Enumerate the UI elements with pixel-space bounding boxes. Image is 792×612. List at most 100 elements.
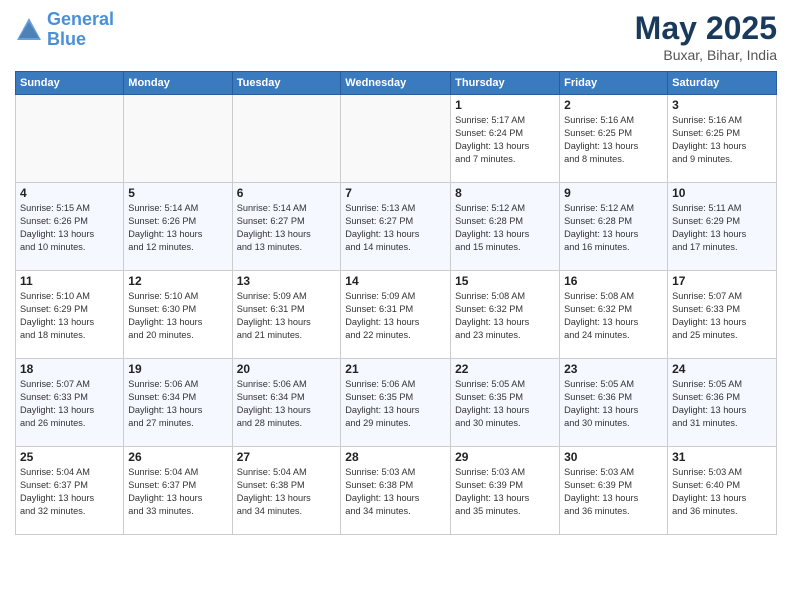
day-number: 25 <box>20 450 119 464</box>
calendar-table: SundayMondayTuesdayWednesdayThursdayFrid… <box>15 71 777 535</box>
calendar-cell: 8Sunrise: 5:12 AMSunset: 6:28 PMDaylight… <box>451 183 560 271</box>
day-number: 24 <box>672 362 772 376</box>
calendar-cell: 11 Sunrise: 5:10 AMSunset: 6:29 PMDayligh… <box>16 271 124 359</box>
day-info: Sunrise: 5:10 AMSunset: 6:29 PMDaylight:… <box>20 290 119 342</box>
day-number: 21 <box>345 362 446 376</box>
week-row-5: 25 Sunrise: 5:04 AMSunset: 6:37 PMDayligh… <box>16 447 777 535</box>
day-info: Sunrise: 5:09 AMSunset: 6:31 PMDaylight:… <box>345 290 446 342</box>
calendar-cell: 6 Sunrise: 5:14 AMSunset: 6:27 PMDaylight… <box>232 183 341 271</box>
day-info: Sunrise: 5:04 AMSunset: 6:38 PMDaylight:… <box>237 466 337 518</box>
calendar-cell: 13 Sunrise: 5:09 AMSunset: 6:31 PMDayligh… <box>232 271 341 359</box>
calendar-cell: 17Sunrise: 5:07 AMSunset: 6:33 PMDayligh… <box>668 271 777 359</box>
calendar-cell: 14 Sunrise: 5:09 AMSunset: 6:31 PMDayligh… <box>341 271 451 359</box>
calendar-cell: 16 Sunrise: 5:08 AMSunset: 6:32 PMDayligh… <box>560 271 668 359</box>
calendar-cell: 4 Sunrise: 5:15 AMSunset: 6:26 PMDaylight… <box>16 183 124 271</box>
calendar-cell: 31 Sunrise: 5:03 AMSunset: 6:40 PMDayligh… <box>668 447 777 535</box>
logo: General Blue <box>15 10 114 50</box>
day-number: 9 <box>564 186 663 200</box>
day-info: Sunrise: 5:03 AMSunset: 6:39 PMDaylight:… <box>455 466 555 518</box>
day-info: Sunrise: 5:06 AMSunset: 6:35 PMDaylight:… <box>345 378 446 430</box>
day-number: 22 <box>455 362 555 376</box>
day-number: 11 <box>20 274 119 288</box>
logo-icon <box>15 16 43 44</box>
weekday-header-sunday: Sunday <box>16 72 124 95</box>
day-info: Sunrise: 5:16 AMSunset: 6:25 PMDaylight:… <box>564 114 663 166</box>
day-info: Sunrise: 5:08 AMSunset: 6:32 PMDaylight:… <box>564 290 663 342</box>
day-info: Sunrise: 5:09 AMSunset: 6:31 PMDaylight:… <box>237 290 337 342</box>
day-number: 3 <box>672 98 772 112</box>
calendar-cell: 21 Sunrise: 5:06 AMSunset: 6:35 PMDayligh… <box>341 359 451 447</box>
day-number: 15 <box>455 274 555 288</box>
calendar-cell: 27Sunrise: 5:04 AMSunset: 6:38 PMDayligh… <box>232 447 341 535</box>
day-info: Sunrise: 5:04 AMSunset: 6:37 PMDaylight:… <box>128 466 227 518</box>
day-number: 16 <box>564 274 663 288</box>
calendar-cell: 9Sunrise: 5:12 AMSunset: 6:28 PMDaylight… <box>560 183 668 271</box>
weekday-header-saturday: Saturday <box>668 72 777 95</box>
calendar-cell: 25 Sunrise: 5:04 AMSunset: 6:37 PMDayligh… <box>16 447 124 535</box>
location-subtitle: Buxar, Bihar, India <box>635 47 777 63</box>
calendar-cell <box>341 95 451 183</box>
weekday-header-wednesday: Wednesday <box>341 72 451 95</box>
weekday-header-monday: Monday <box>124 72 232 95</box>
calendar-cell: 18 Sunrise: 5:07 AMSunset: 6:33 PMDayligh… <box>16 359 124 447</box>
month-title: May 2025 <box>635 10 777 47</box>
day-info: Sunrise: 5:07 AMSunset: 6:33 PMDaylight:… <box>20 378 119 430</box>
calendar-cell: 10Sunrise: 5:11 AMSunset: 6:29 PMDayligh… <box>668 183 777 271</box>
day-info: Sunrise: 5:03 AMSunset: 6:38 PMDaylight:… <box>345 466 446 518</box>
calendar-cell: 12Sunrise: 5:10 AMSunset: 6:30 PMDayligh… <box>124 271 232 359</box>
day-info: Sunrise: 5:05 AMSunset: 6:35 PMDaylight:… <box>455 378 555 430</box>
week-row-2: 4 Sunrise: 5:15 AMSunset: 6:26 PMDaylight… <box>16 183 777 271</box>
day-number: 26 <box>128 450 227 464</box>
week-row-4: 18 Sunrise: 5:07 AMSunset: 6:33 PMDayligh… <box>16 359 777 447</box>
day-number: 28 <box>345 450 446 464</box>
day-number: 31 <box>672 450 772 464</box>
day-number: 14 <box>345 274 446 288</box>
weekday-header-thursday: Thursday <box>451 72 560 95</box>
calendar-cell: 22 Sunrise: 5:05 AMSunset: 6:35 PMDayligh… <box>451 359 560 447</box>
day-number: 30 <box>564 450 663 464</box>
calendar-cell: 23 Sunrise: 5:05 AMSunset: 6:36 PMDayligh… <box>560 359 668 447</box>
day-info: Sunrise: 5:13 AMSunset: 6:27 PMDaylight:… <box>345 202 446 254</box>
title-block: May 2025 Buxar, Bihar, India <box>635 10 777 63</box>
calendar-cell: 2 Sunrise: 5:16 AMSunset: 6:25 PMDaylight… <box>560 95 668 183</box>
day-number: 19 <box>128 362 227 376</box>
day-number: 12 <box>128 274 227 288</box>
calendar-cell: 20 Sunrise: 5:06 AMSunset: 6:34 PMDayligh… <box>232 359 341 447</box>
calendar-cell: 7 Sunrise: 5:13 AMSunset: 6:27 PMDaylight… <box>341 183 451 271</box>
day-number: 10 <box>672 186 772 200</box>
day-number: 6 <box>237 186 337 200</box>
day-number: 18 <box>20 362 119 376</box>
day-number: 13 <box>237 274 337 288</box>
day-number: 2 <box>564 98 663 112</box>
day-info: Sunrise: 5:08 AMSunset: 6:32 PMDaylight:… <box>455 290 555 342</box>
week-row-3: 11 Sunrise: 5:10 AMSunset: 6:29 PMDayligh… <box>16 271 777 359</box>
day-info: Sunrise: 5:16 AMSunset: 6:25 PMDaylight:… <box>672 114 772 166</box>
header: General Blue May 2025 Buxar, Bihar, Indi… <box>15 10 777 63</box>
calendar-cell: 29 Sunrise: 5:03 AMSunset: 6:39 PMDayligh… <box>451 447 560 535</box>
day-number: 23 <box>564 362 663 376</box>
day-number: 4 <box>20 186 119 200</box>
day-info: Sunrise: 5:06 AMSunset: 6:34 PMDaylight:… <box>128 378 227 430</box>
logo-text: General <box>47 10 114 30</box>
day-info: Sunrise: 5:05 AMSunset: 6:36 PMDaylight:… <box>564 378 663 430</box>
page: General Blue May 2025 Buxar, Bihar, Indi… <box>0 0 792 612</box>
week-row-1: 1 Sunrise: 5:17 AMSunset: 6:24 PMDaylight… <box>16 95 777 183</box>
calendar-cell: 19 Sunrise: 5:06 AMSunset: 6:34 PMDayligh… <box>124 359 232 447</box>
calendar-cell: 1 Sunrise: 5:17 AMSunset: 6:24 PMDaylight… <box>451 95 560 183</box>
day-number: 29 <box>455 450 555 464</box>
calendar-cell: 3 Sunrise: 5:16 AMSunset: 6:25 PMDaylight… <box>668 95 777 183</box>
day-number: 1 <box>455 98 555 112</box>
day-number: 5 <box>128 186 227 200</box>
logo-text2: Blue <box>47 30 114 50</box>
day-info: Sunrise: 5:15 AMSunset: 6:26 PMDaylight:… <box>20 202 119 254</box>
day-info: Sunrise: 5:17 AMSunset: 6:24 PMDaylight:… <box>455 114 555 166</box>
day-info: Sunrise: 5:07 AMSunset: 6:33 PMDaylight:… <box>672 290 772 342</box>
day-info: Sunrise: 5:14 AMSunset: 6:27 PMDaylight:… <box>237 202 337 254</box>
calendar-cell: 30Sunrise: 5:03 AMSunset: 6:39 PMDayligh… <box>560 447 668 535</box>
day-number: 7 <box>345 186 446 200</box>
day-info: Sunrise: 5:06 AMSunset: 6:34 PMDaylight:… <box>237 378 337 430</box>
day-info: Sunrise: 5:14 AMSunset: 6:26 PMDaylight:… <box>128 202 227 254</box>
day-info: Sunrise: 5:03 AMSunset: 6:40 PMDaylight:… <box>672 466 772 518</box>
day-number: 20 <box>237 362 337 376</box>
day-info: Sunrise: 5:04 AMSunset: 6:37 PMDaylight:… <box>20 466 119 518</box>
